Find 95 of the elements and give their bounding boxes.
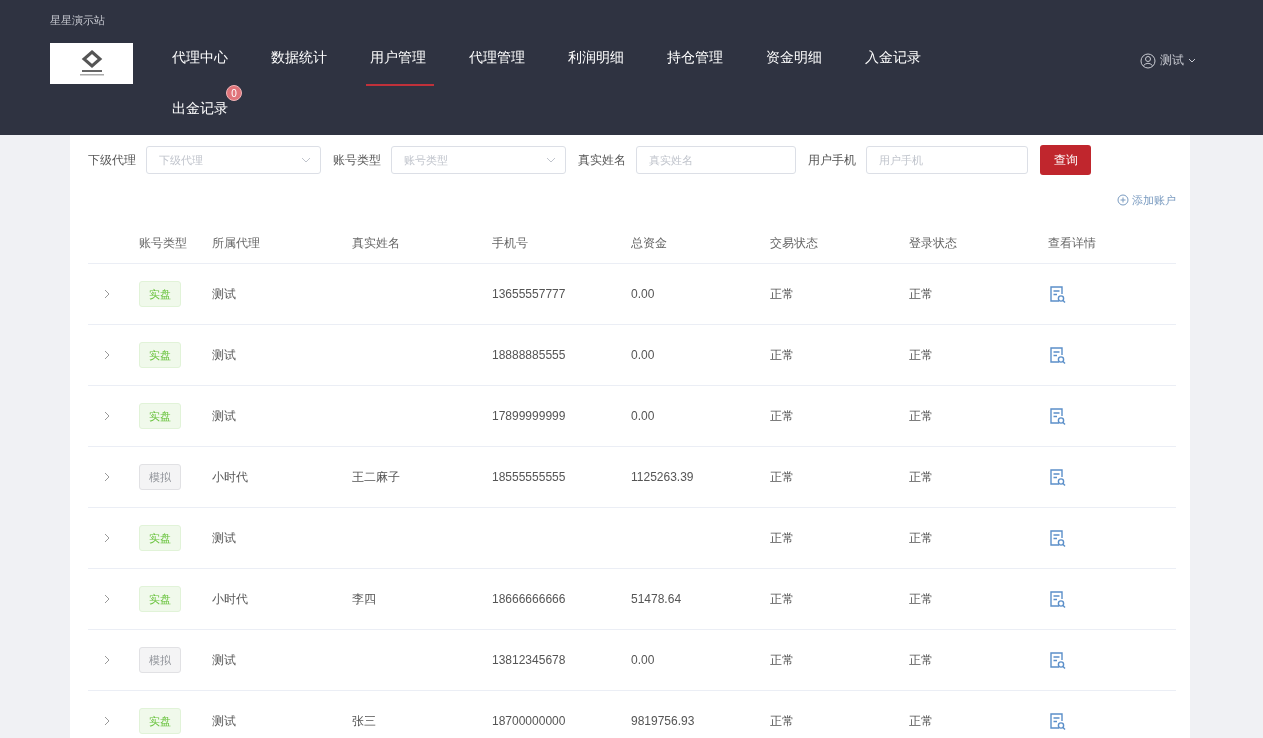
table-cell: 正常: [909, 408, 933, 423]
column-header: 登录状态: [909, 223, 1048, 264]
column-header: 交易状态: [770, 223, 909, 264]
nav-tab[interactable]: 代理管理: [465, 40, 533, 86]
filter-label: 用户手机: [808, 151, 856, 169]
table-cell: 小时代: [212, 469, 248, 484]
table-cell: 正常: [909, 713, 933, 728]
nav-tab[interactable]: 入金记录: [861, 40, 929, 86]
column-header: 查看详情: [1048, 223, 1176, 264]
table-cell: 测试: [212, 286, 236, 301]
column-header: 账号类型: [139, 223, 212, 264]
table-cell: 1125263.39: [631, 470, 694, 484]
account-type-tag: 实盘: [139, 708, 181, 734]
table-cell: 18666666666: [492, 592, 566, 606]
table-cell: 正常: [909, 530, 933, 545]
plus-circle-icon: [1117, 194, 1129, 206]
document-search-icon: [1048, 467, 1066, 487]
document-search-icon: [1048, 345, 1066, 365]
column-header: 手机号: [492, 223, 631, 264]
table-cell: 正常: [909, 591, 933, 606]
table-cell: 正常: [770, 713, 794, 728]
table-cell: 正常: [909, 286, 933, 301]
table-cell: 小时代: [212, 591, 248, 606]
table-cell: 王二麻子: [352, 469, 400, 484]
column-header: 所属代理: [212, 223, 352, 264]
account-type-tag: 模拟: [139, 464, 181, 490]
table-cell: 正常: [909, 347, 933, 362]
table-cell: 正常: [909, 652, 933, 667]
nav-tab[interactable]: 持仓管理: [663, 40, 731, 86]
table-cell: 0.00: [631, 409, 655, 423]
chevron-down-icon: [301, 157, 311, 163]
table-cell: 13812345678: [492, 653, 566, 667]
view-details-button[interactable]: [1048, 467, 1066, 487]
query-button[interactable]: 查询: [1040, 145, 1091, 175]
table-cell: 正常: [770, 286, 794, 301]
document-search-icon: [1048, 406, 1066, 426]
column-header: 总资金: [631, 223, 770, 264]
count-badge: 0: [226, 85, 242, 101]
table-cell: 正常: [770, 408, 794, 423]
table-cell: 测试: [212, 713, 236, 728]
account-type-tag: 实盘: [139, 525, 181, 551]
table-cell: 18700000000: [492, 714, 566, 728]
table-cell: 张三: [352, 713, 376, 728]
table-cell: 正常: [909, 469, 933, 484]
nav-tab[interactable]: 利润明细: [564, 40, 632, 86]
table-cell: 正常: [770, 469, 794, 484]
document-search-icon: [1048, 711, 1066, 731]
table-cell: 0.00: [631, 653, 655, 667]
table-cell: 18888885555: [492, 348, 566, 362]
account-type-tag: 实盘: [139, 281, 181, 307]
view-details-button[interactable]: [1048, 406, 1066, 426]
table-cell: 13655557777: [492, 287, 566, 301]
table-cell: 51478.64: [631, 592, 682, 606]
view-details-button[interactable]: [1048, 345, 1066, 365]
document-search-icon: [1048, 650, 1066, 670]
table-cell: 测试: [212, 652, 236, 667]
filter-label: 真实姓名: [578, 151, 626, 169]
table-cell: 18555555555: [492, 470, 566, 484]
account-type-tag: 实盘: [139, 403, 181, 429]
table-cell: 测试: [212, 530, 236, 545]
table-cell: 17899999999: [492, 409, 566, 423]
view-details-button[interactable]: [1048, 528, 1066, 548]
site-title: 星星演示站: [50, 13, 105, 28]
caret-icon: [1188, 57, 1196, 64]
view-details-button[interactable]: [1048, 589, 1066, 609]
user-icon: [1140, 52, 1156, 69]
table-cell: 0.00: [631, 348, 655, 362]
chevron-down-icon: [546, 157, 556, 163]
nav-tab[interactable]: 资金明细: [762, 40, 830, 86]
document-search-icon: [1048, 284, 1066, 304]
table-cell: 正常: [770, 652, 794, 667]
document-search-icon: [1048, 528, 1066, 548]
nav-tab[interactable]: 数据统计: [267, 40, 335, 86]
account-type-tag: 模拟: [139, 647, 181, 673]
view-details-button[interactable]: [1048, 650, 1066, 670]
table-cell: 正常: [770, 530, 794, 545]
table-cell: 正常: [770, 347, 794, 362]
table-cell: 9819756.93: [631, 714, 695, 728]
table-cell: 测试: [212, 408, 236, 423]
user-menu[interactable]: 测试: [1140, 52, 1196, 69]
view-details-button[interactable]: [1048, 711, 1066, 731]
filter-label: 下级代理: [88, 151, 136, 169]
filter-label: 账号类型: [333, 151, 381, 169]
table-cell: 0.00: [631, 287, 655, 301]
document-search-icon: [1048, 589, 1066, 609]
table-cell: 测试: [212, 347, 236, 362]
input-field[interactable]: 用户手机: [866, 146, 1028, 174]
nav-tab[interactable]: 代理中心: [168, 40, 236, 86]
input-field[interactable]: 真实姓名: [636, 146, 796, 174]
table-cell: 正常: [770, 591, 794, 606]
account-type-tag: 实盘: [139, 586, 181, 612]
table-cell: 李四: [352, 591, 376, 606]
account-type-tag: 实盘: [139, 342, 181, 368]
column-header: 真实姓名: [352, 223, 492, 264]
view-details-button[interactable]: [1048, 284, 1066, 304]
